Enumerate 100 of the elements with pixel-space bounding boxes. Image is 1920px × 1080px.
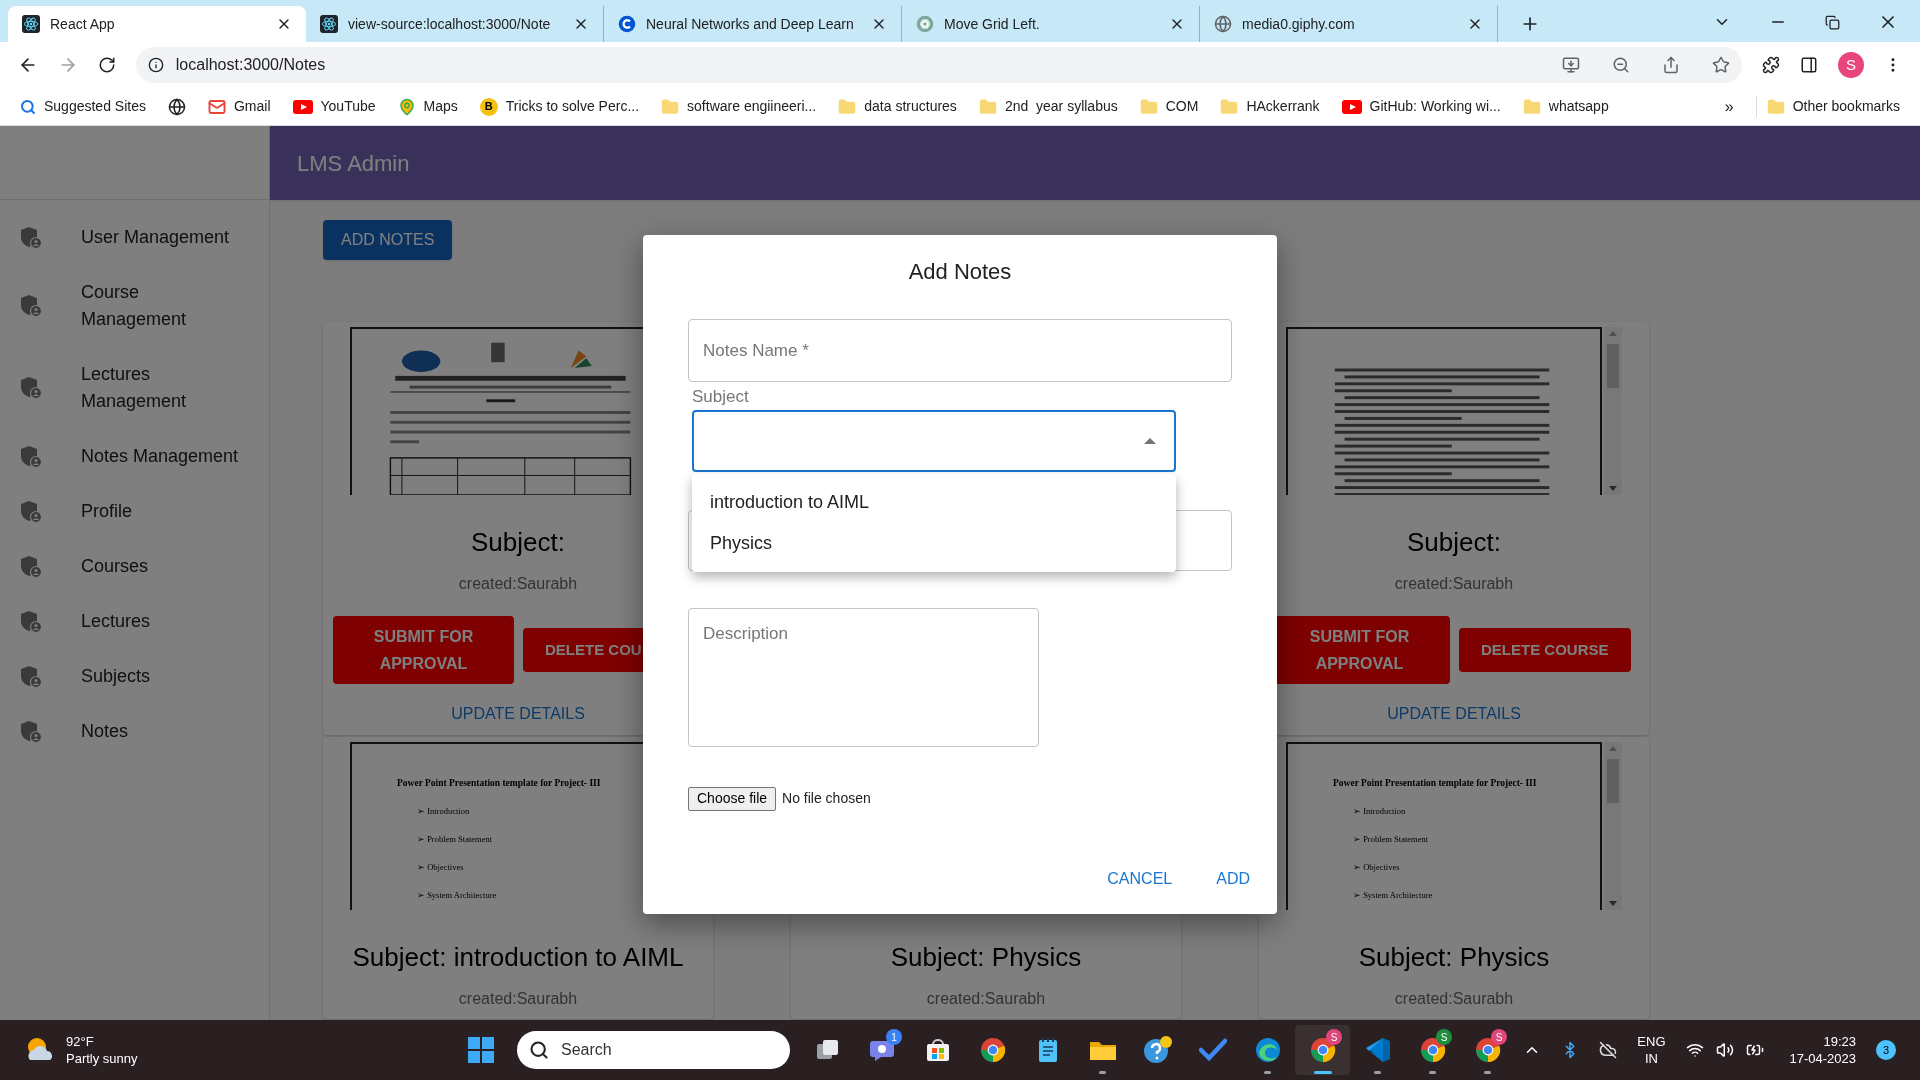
sidebar-item[interactable]: Notes Management <box>0 429 269 484</box>
shield-user-icon <box>20 719 42 744</box>
sidebar-item[interactable]: Notes <box>0 704 269 759</box>
weather-text: Partly sunny <box>66 1050 138 1067</box>
bullet-text: ➢ Problem Statement <box>1352 833 1430 846</box>
sidebar-item[interactable]: Profile <box>0 484 269 539</box>
scrollbar[interactable] <box>1604 327 1622 495</box>
running-indicator <box>1313 1071 1332 1074</box>
bookmark[interactable]: Maps <box>397 96 458 117</box>
temperature-text: 92°F <box>66 1033 95 1050</box>
wifi-icon[interactable] <box>1685 1041 1704 1059</box>
shield-user-icon <box>20 444 42 469</box>
running-indicator <box>1099 1071 1106 1074</box>
bullet-text: ➢ Introduction <box>416 805 471 818</box>
bookmark[interactable]: data structures <box>838 96 957 117</box>
taskbar-app[interactable]: S <box>1295 1025 1350 1075</box>
sidebar-item[interactable]: Courses <box>0 539 269 594</box>
checkmark-icon[interactable] <box>1198 1038 1227 1062</box>
shopping-bag-icon[interactable] <box>924 1037 951 1063</box>
sidebar-item[interactable]: Course Management <box>0 265 269 347</box>
bookmark[interactable]: whatsapp <box>1522 96 1609 117</box>
code-editor-icon[interactable] <box>1364 1037 1391 1063</box>
scrollbar-thumb[interactable] <box>1607 759 1619 803</box>
taskbar-app[interactable]: 1 <box>855 1025 910 1075</box>
tab-title: Move Grid Left. <box>944 14 1041 34</box>
dialog-action-button[interactable]: ADD <box>1204 859 1262 899</box>
sidebar-item[interactable]: Lectures <box>0 594 269 649</box>
bookmark[interactable]: Suggested Sites <box>20 96 146 117</box>
scroll-down-icon[interactable] <box>1609 901 1617 906</box>
created-by-text: created:Saurabh <box>458 989 578 1009</box>
subject-select[interactable] <box>692 409 1176 472</box>
extensions-icon[interactable] <box>1762 56 1781 74</box>
subject-title: Subject: <box>1407 526 1501 559</box>
bookmark[interactable]: GitHub: Working wi... <box>1341 96 1501 117</box>
bullet-text: ➢ Problem Statement <box>416 833 494 846</box>
bookmark[interactable]: COM <box>1139 96 1199 117</box>
running-indicator <box>1264 1071 1271 1074</box>
restore-icon[interactable] <box>1825 14 1840 30</box>
scroll-down-icon[interactable] <box>1609 486 1617 491</box>
shield-user-icon <box>20 225 42 250</box>
sidebar-item[interactable]: Lectures Management <box>0 347 269 429</box>
address-bar[interactable]: localhost:3000/Notes <box>135 47 1743 83</box>
star-icon[interactable] <box>1712 56 1731 74</box>
tab-title: React App <box>50 14 116 34</box>
notes-name-field[interactable]: Notes Name * <box>688 319 1232 382</box>
bookmark[interactable]: B Tricks to solve Perc... <box>479 96 640 117</box>
sidebar-item[interactable]: User Management <box>0 210 269 265</box>
taskbar-app[interactable]: S <box>1405 1025 1460 1075</box>
tab-title: media0.giphy.com <box>1242 14 1356 34</box>
speaker-icon[interactable] <box>1715 1041 1734 1059</box>
search-icon <box>20 98 36 115</box>
reload-icon[interactable] <box>97 56 116 74</box>
shield-user-icon <box>20 499 42 524</box>
created-by-text: created:Saurabh <box>1394 989 1514 1009</box>
sidebar-item[interactable]: Subjects <box>0 649 269 704</box>
bookmark[interactable]: YouTube <box>292 96 376 117</box>
app-title: LMS Admin <box>297 149 410 178</box>
share-icon[interactable] <box>1662 56 1681 74</box>
scrollbar-thumb[interactable] <box>1607 344 1619 388</box>
document-heading: Power Point Presentation template for Project- III <box>1333 777 1538 790</box>
bookmark[interactable]: software engiineeri... <box>661 96 817 117</box>
install-icon[interactable] <box>1562 56 1581 74</box>
subject-title: Subject: Physics <box>890 941 1082 974</box>
zoom-icon[interactable] <box>1612 56 1631 74</box>
notification-badge[interactable]: 3 <box>1876 1040 1896 1060</box>
bookmark[interactable]: Gmail <box>207 96 271 117</box>
bookmark[interactable]: HAckerrank <box>1220 96 1320 117</box>
language-indicator[interactable]: ENG IN <box>1637 1033 1666 1067</box>
play-icon <box>1341 99 1362 114</box>
taskbar-app[interactable]: S <box>1460 1025 1515 1075</box>
badge: 1 <box>886 1029 902 1045</box>
cloud-off-icon[interactable] <box>1599 1041 1618 1059</box>
globe-icon[interactable] <box>167 97 186 116</box>
bookmark[interactable]: 2nd year syllabus <box>978 96 1118 117</box>
account-avatar[interactable]: S <box>1838 52 1865 78</box>
description-field[interactable]: Description <box>688 607 1039 747</box>
side-panel-icon[interactable] <box>1800 56 1819 74</box>
more-bookmarks-button[interactable]: » <box>1724 94 1734 119</box>
info-icon[interactable] <box>147 57 164 73</box>
subject-title: Subject: Physics <box>1358 941 1550 974</box>
running-indicator <box>1429 1071 1436 1074</box>
pin-icon <box>397 97 416 116</box>
dialog-action-button[interactable]: CANCEL <box>1095 859 1185 899</box>
help-icon[interactable] <box>1142 1035 1173 1065</box>
search-field[interactable]: Search <box>517 1031 790 1069</box>
clock[interactable]: 19:23 17-04-2023 <box>1789 1033 1856 1067</box>
badge: S <box>1436 1029 1452 1045</box>
created-by-text: created:Saurabh <box>1394 574 1514 594</box>
wave-circle-icon[interactable] <box>1254 1037 1281 1063</box>
running-indicator <box>1484 1071 1491 1074</box>
shield-user-icon <box>20 376 42 400</box>
browser-tab[interactable]: React App <box>8 6 306 42</box>
choose-file-button[interactable]: Choose file <box>688 786 777 811</box>
scrollbar[interactable] <box>1604 742 1622 910</box>
bullet-text: ➢ Introduction <box>1352 805 1407 818</box>
subject-label: Subject <box>692 386 750 408</box>
bookmark[interactable]: Other bookmarks <box>1755 96 1900 117</box>
start-icon[interactable] <box>467 1036 495 1064</box>
play-icon <box>292 99 313 114</box>
menu-item[interactable]: introduction to AIML <box>692 481 1176 523</box>
